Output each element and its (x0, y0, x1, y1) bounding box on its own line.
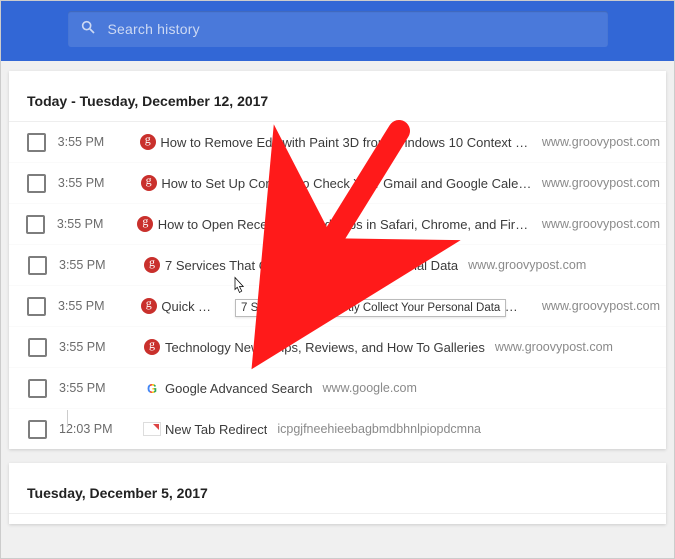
row-checkbox[interactable] (28, 256, 47, 275)
row-link-area[interactable]: Technology News, Tips, Reviews, and How … (165, 340, 660, 355)
groovypost-favicon (144, 257, 160, 273)
extension-favicon (143, 422, 161, 436)
history-row[interactable]: 3:55 PM How to Set Up Cortana to Check Yo… (9, 162, 666, 203)
search-icon (68, 19, 108, 40)
row-time: 3:55 PM (57, 217, 133, 231)
row-checkbox[interactable] (27, 133, 46, 152)
row-link-area[interactable]: 7 Services That Quietly Collect Your Per… (165, 258, 660, 273)
row-time: 3:55 PM (59, 258, 139, 272)
row-favicon (139, 422, 165, 436)
row-link-area[interactable]: How to Open Recently Closed Tabs in Safa… (158, 217, 660, 232)
row-time: 3:55 PM (58, 135, 136, 149)
row-time: 12:03 PM (59, 422, 139, 436)
groovypost-favicon (137, 216, 153, 232)
groovypost-favicon (140, 134, 156, 150)
row-checkbox[interactable] (28, 379, 47, 398)
row-link-area[interactable]: How to Remove Edit with Paint 3D from Wi… (160, 135, 660, 150)
day-header: Today - Tuesday, December 12, 2017 (9, 71, 666, 122)
row-domain: icpgjfneehieebagbmdbhnlpiopdcmna (277, 422, 481, 436)
row-link-area[interactable]: New Tab Redirect icpgjfneehieebagbmdbhnlp… (165, 422, 660, 437)
row-favicon (136, 298, 161, 314)
link-tooltip: 7 Services That Quietly Collect Your Per… (235, 299, 506, 317)
row-favicon (135, 134, 160, 150)
row-title: Google Advanced Search (165, 381, 312, 396)
history-row[interactable]: 3:55 PM How to Remove Edit with Paint 3D … (9, 122, 666, 162)
row-checkbox[interactable] (28, 420, 47, 439)
row-domain: www.groovypost.com (542, 176, 660, 190)
history-row[interactable]: 3:55 PM How to Open Recently Closed Tabs … (9, 203, 666, 244)
day-header: Tuesday, December 5, 2017 (9, 463, 666, 514)
time-gap-divider (67, 410, 68, 426)
history-row[interactable]: 3:55 PM Technology News, Tips, Reviews, a… (9, 326, 666, 367)
row-domain: www.groovypost.com (495, 340, 613, 354)
row-favicon: G (139, 381, 165, 396)
row-domain: www.groovypost.com (542, 299, 660, 313)
search-placeholder: Search history (108, 21, 200, 37)
row-checkbox[interactable] (27, 297, 46, 316)
history-card-dec5: Tuesday, December 5, 2017 (9, 463, 666, 524)
row-title: Technology News, Tips, Reviews, and How … (165, 340, 485, 355)
google-favicon: G (147, 381, 157, 396)
app-frame: Search history Today - Tuesday, December… (0, 0, 675, 559)
history-row[interactable]: 12:03 PM New Tab Redirect icpgjfneehieebag… (9, 408, 666, 449)
row-checkbox[interactable] (27, 174, 46, 193)
row-time: 3:55 PM (59, 381, 139, 395)
row-title: How to Set Up Cortana to Check Your Gmai… (161, 176, 532, 191)
row-time: 3:55 PM (59, 340, 139, 354)
groovypost-favicon (141, 175, 157, 191)
history-card-today: Today - Tuesday, December 12, 2017 3:55 … (9, 71, 666, 449)
row-link-area[interactable]: Google Advanced Search www.google.com (165, 381, 660, 396)
search-history-field[interactable]: Search history (68, 11, 608, 47)
row-favicon (139, 257, 165, 273)
row-title: How to Remove Edit with Paint 3D from Wi… (160, 135, 531, 150)
row-checkbox[interactable] (28, 338, 47, 357)
groovypost-favicon (141, 298, 157, 314)
top-bar: Search history (1, 1, 674, 61)
history-row[interactable]: 3:55 PM 7 Services That Quietly Collect Y… (9, 244, 666, 285)
row-time: 3:55 PM (58, 299, 136, 313)
row-domain: www.google.com (322, 381, 417, 395)
row-domain: www.groovypost.com (542, 217, 660, 231)
row-title: 7 Services That Quietly Collect Your Per… (165, 258, 458, 273)
history-row[interactable]: 3:55 PM G Google Advanced Search www.google… (9, 367, 666, 408)
row-favicon (139, 339, 165, 355)
row-favicon (133, 216, 158, 232)
row-link-area[interactable]: How to Set Up Cortana to Check Your Gmai… (161, 176, 660, 191)
groovypost-favicon (144, 339, 160, 355)
row-title: How to Open Recently Closed Tabs in Safa… (158, 217, 532, 232)
row-checkbox[interactable] (26, 215, 45, 234)
row-favicon (136, 175, 161, 191)
row-domain: www.groovypost.com (468, 258, 586, 272)
row-title: New Tab Redirect (165, 422, 267, 437)
row-time: 3:55 PM (58, 176, 136, 190)
row-title: Quick Tip: (161, 299, 217, 314)
row-domain: www.groovypost.com (542, 135, 660, 149)
